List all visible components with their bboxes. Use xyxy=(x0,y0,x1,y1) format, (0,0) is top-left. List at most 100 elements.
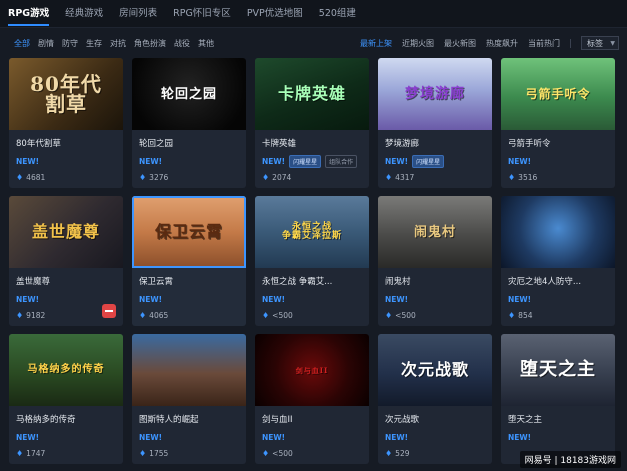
game-card[interactable]: 梦境游廊 梦境游廊 NEW! 闪耀星星 ♦ 4317 xyxy=(378,58,492,188)
play-count: ♦ 4065 xyxy=(139,311,246,320)
play-count-value: <500 xyxy=(272,311,293,320)
game-thumbnail[interactable]: 堕天之主 xyxy=(501,334,615,406)
game-card[interactable]: 剑与血II 剑与血II NEW! ♦ <500 xyxy=(255,334,369,464)
game-name[interactable]: 闹鬼村 xyxy=(385,275,492,286)
game-badges: NEW! xyxy=(508,291,615,307)
filter-chip[interactable]: 防守 xyxy=(62,38,78,49)
filter-chip[interactable]: 角色扮演 xyxy=(134,38,166,49)
game-card[interactable]: 永恒之战 争霸艾泽拉斯永恒之战 争霸艾... NEW! ♦ <500 xyxy=(255,196,369,326)
sort-option[interactable]: 近期火图 xyxy=(402,38,434,49)
fire-icon: ♦ xyxy=(262,311,270,320)
play-count-value: 1755 xyxy=(149,449,169,458)
fire-icon: ♦ xyxy=(139,311,147,320)
play-count: ♦ <500 xyxy=(262,311,369,320)
game-name[interactable]: 堕天之主 xyxy=(508,413,615,424)
filter-chip[interactable]: 剧情 xyxy=(38,38,54,49)
nav-tab[interactable]: RPG游戏 xyxy=(8,0,50,28)
sort-option[interactable]: 当前热门 xyxy=(528,38,560,49)
game-name[interactable]: 灾厄之地4人防守... xyxy=(508,275,615,286)
game-name[interactable]: 梦境游廊 xyxy=(385,137,492,148)
game-art-title: 保卫云霄 xyxy=(154,222,223,241)
game-thumbnail[interactable]: 盖世魔尊 xyxy=(9,196,123,268)
game-thumbnail[interactable]: 弓箭手听令 xyxy=(501,58,615,130)
game-card[interactable]: 卡牌英雄 卡牌英雄 NEW! 闪耀星星 组队合作 ♦ 2074 xyxy=(255,58,369,188)
game-card[interactable]: 图斯特人的崛起 NEW! ♦ 1755 xyxy=(132,334,246,464)
filter-chip[interactable]: 生存 xyxy=(86,38,102,49)
game-name[interactable]: 剑与血II xyxy=(262,413,369,424)
game-badges: NEW! xyxy=(139,153,246,169)
fire-icon: ♦ xyxy=(385,173,393,182)
game-name[interactable]: 永恒之战 争霸艾... xyxy=(262,275,369,286)
filter-bar: 全部 剧情 防守 生存 对抗 角色扮演 战役 其他 最新上架 近期火图 最火新图 热度飙升 当前热门 标… xyxy=(0,28,627,58)
game-badges: NEW! xyxy=(508,429,615,445)
sort-option[interactable]: 最火新图 xyxy=(444,38,476,49)
new-badge: NEW! xyxy=(508,432,532,442)
game-thumbnail[interactable] xyxy=(132,334,246,406)
new-badge: NEW! xyxy=(16,432,40,442)
game-name[interactable]: 弓箭手听令 xyxy=(508,137,615,148)
play-count: ♦ 1755 xyxy=(139,449,246,458)
game-art-title: 闹鬼村 xyxy=(413,224,456,240)
game-badges: NEW! xyxy=(508,153,615,169)
chevron-down-icon: ▼ xyxy=(610,39,615,47)
game-name[interactable]: 次元战歌 xyxy=(385,413,492,424)
play-count-value: <500 xyxy=(395,311,416,320)
sort-option[interactable]: 最新上架 xyxy=(360,38,392,49)
game-thumbnail[interactable]: 马格纳多的传奇 xyxy=(9,334,123,406)
fire-icon: ♦ xyxy=(16,173,24,182)
game-card[interactable]: 保卫云霄 保卫云霄 NEW! ♦ 4065 xyxy=(132,196,246,326)
game-thumbnail[interactable] xyxy=(501,196,615,268)
game-art-title: 轮回之园 xyxy=(160,86,217,102)
game-name[interactable]: 80年代割草 xyxy=(16,137,123,148)
nav-tab[interactable]: RPG怀旧专区 xyxy=(173,0,231,28)
game-thumbnail[interactable]: 80年代 割草 xyxy=(9,58,123,130)
game-name[interactable]: 马格纳多的传奇 xyxy=(16,413,123,424)
game-card[interactable]: 马格纳多的传奇 马格纳多的传奇 NEW! ♦ 1747 xyxy=(9,334,123,464)
fire-icon: ♦ xyxy=(16,449,24,458)
game-thumbnail[interactable]: 梦境游廊 xyxy=(378,58,492,130)
game-card[interactable]: 盖世魔尊 盖世魔尊 NEW! ♦ 9182 xyxy=(9,196,123,326)
game-thumbnail[interactable]: 次元战歌 xyxy=(378,334,492,406)
game-name[interactable]: 轮回之园 xyxy=(139,137,246,148)
game-card[interactable]: 堕天之主 堕天之主 NEW! xyxy=(501,334,615,464)
fire-icon: ♦ xyxy=(139,173,147,182)
game-badges: NEW! xyxy=(262,291,369,307)
game-card[interactable]: 弓箭手听令 弓箭手听令 NEW! ♦ 3516 xyxy=(501,58,615,188)
fire-icon: ♦ xyxy=(385,311,393,320)
game-card[interactable]: 灾厄之地4人防守... NEW! ♦ 854 xyxy=(501,196,615,326)
filter-chip[interactable]: 其他 xyxy=(198,38,214,49)
game-thumbnail[interactable]: 闹鬼村 xyxy=(378,196,492,268)
fire-icon: ♦ xyxy=(508,311,516,320)
nav-tab[interactable]: 520组建 xyxy=(319,0,356,28)
fire-icon: ♦ xyxy=(262,173,270,182)
game-thumbnail[interactable]: 永恒之战 争霸艾泽拉斯 xyxy=(255,196,369,268)
game-card[interactable]: 轮回之园 轮回之园 NEW! ♦ 3276 xyxy=(132,58,246,188)
game-name[interactable]: 保卫云霄 xyxy=(139,275,246,286)
fire-icon: ♦ xyxy=(262,449,270,458)
game-badges: NEW! xyxy=(385,429,492,445)
play-count: ♦ 4681 xyxy=(16,173,123,182)
game-card[interactable]: 次元战歌 次元战歌 NEW! ♦ 529 xyxy=(378,334,492,464)
gift-icon[interactable] xyxy=(102,304,116,318)
game-name[interactable]: 盖世魔尊 xyxy=(16,275,123,286)
game-name[interactable]: 图斯特人的崛起 xyxy=(139,413,246,424)
game-grid: 80年代 割草 80年代割草 NEW! ♦ 4681 轮回之园 轮回之园 NEW! ♦ 3276 卡… xyxy=(9,58,621,464)
divider xyxy=(570,38,571,48)
game-thumbnail[interactable]: 剑与血II xyxy=(255,334,369,406)
game-thumbnail[interactable]: 卡牌英雄 xyxy=(255,58,369,130)
tag-dropdown[interactable]: 标签 ▼ xyxy=(581,36,619,50)
category-filters: 全部 剧情 防守 生存 对抗 角色扮演 战役 其他 xyxy=(14,38,222,49)
game-thumbnail[interactable]: 保卫云霄 xyxy=(132,196,246,268)
filter-chip[interactable]: 全部 xyxy=(14,38,30,49)
game-thumbnail[interactable]: 轮回之园 xyxy=(132,58,246,130)
sort-option[interactable]: 热度飙升 xyxy=(486,38,518,49)
nav-tab[interactable]: 经典游戏 xyxy=(65,0,103,28)
play-count-value: 9182 xyxy=(26,311,46,320)
filter-chip[interactable]: 对抗 xyxy=(110,38,126,49)
game-name[interactable]: 卡牌英雄 xyxy=(262,137,369,148)
nav-tab[interactable]: 房间列表 xyxy=(119,0,157,28)
game-card[interactable]: 80年代 割草 80年代割草 NEW! ♦ 4681 xyxy=(9,58,123,188)
filter-chip[interactable]: 战役 xyxy=(174,38,190,49)
nav-tab[interactable]: PVP优选地图 xyxy=(247,0,303,28)
game-card[interactable]: 闹鬼村 闹鬼村 NEW! ♦ <500 xyxy=(378,196,492,326)
